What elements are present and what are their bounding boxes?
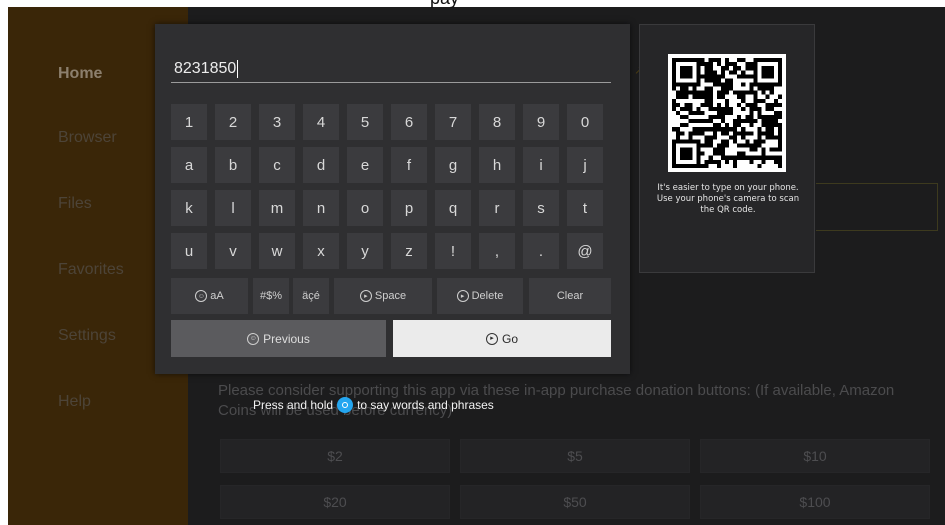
sidebar-item-files[interactable]: Files [58,195,92,213]
key-x[interactable]: x [303,233,339,269]
key-1[interactable]: 1 [171,104,207,140]
sidebar-item-help[interactable]: Help [58,393,91,411]
voice-hint: Press and hold to say words and phrases [253,397,494,413]
key-5[interactable]: 5 [347,104,383,140]
case-toggle-label: aA [210,290,224,302]
key-w[interactable]: w [259,233,295,269]
previous-button[interactable]: ☺ Previous [171,320,386,357]
smiley-button-icon: ☺ [195,290,208,302]
key-i[interactable]: i [523,147,559,183]
qr-panel: It's easier to type on your phone. Use y… [639,24,815,273]
key-p[interactable]: p [391,190,427,226]
key-7[interactable]: 7 [435,104,471,140]
key-d[interactable]: d [303,147,339,183]
key-l[interactable]: l [215,190,251,226]
sidebar-item-settings[interactable]: Settings [58,327,116,345]
qr-code-image [668,54,786,172]
onscreen-keyboard: 8231850 ☺ aA #$% äçé ▸ Space ▸ Delete Cl… [155,24,630,374]
donate-20-button[interactable]: $20 [220,485,450,519]
donate-100-button[interactable]: $100 [700,485,930,519]
clear-key[interactable]: Clear [529,278,611,314]
key-![interactable]: ! [435,233,471,269]
key-9[interactable]: 9 [523,104,559,140]
delete-key[interactable]: ▸ Delete [437,278,523,314]
key-q[interactable]: q [435,190,471,226]
key-g[interactable]: g [435,147,471,183]
play-button-icon: ▸ [456,290,469,302]
key-j[interactable]: j [567,147,603,183]
key-y[interactable]: y [347,233,383,269]
page-title: pay [430,0,459,9]
key-r[interactable]: r [479,190,515,226]
key-t[interactable]: t [567,190,603,226]
voice-hint-text-2: to say words and phrases [357,398,494,412]
keyboard-input-field[interactable]: 8231850 [171,55,611,83]
key-f[interactable]: f [391,147,427,183]
previous-button-label: Previous [263,331,310,346]
key-c[interactable]: c [259,147,295,183]
key-0[interactable]: 0 [567,104,603,140]
donate-5-button[interactable]: $5 [460,439,690,473]
go-button-label: Go [501,331,518,346]
background-input-outline [816,183,938,231]
symbols-key[interactable]: #$% [253,278,289,314]
key-,[interactable]: , [479,233,515,269]
play-button-icon: ▸ [485,332,498,345]
key-e[interactable]: e [347,147,383,183]
key-.[interactable]: . [523,233,559,269]
key-a[interactable]: a [171,147,207,183]
go-button[interactable]: ▸ Go [393,320,611,357]
key-3[interactable]: 3 [259,104,295,140]
donate-10-button[interactable]: $10 [700,439,930,473]
key-m[interactable]: m [259,190,295,226]
key-k[interactable]: k [171,190,207,226]
input-value: 8231850 [174,59,237,77]
key-u[interactable]: u [171,233,207,269]
key-8[interactable]: 8 [479,104,515,140]
key-b[interactable]: b [215,147,251,183]
play-button-icon: ▸ [359,290,372,302]
key-6[interactable]: 6 [391,104,427,140]
key-@[interactable]: @ [567,233,603,269]
key-o[interactable]: o [347,190,383,226]
sidebar-item-browser[interactable]: Browser [58,129,117,147]
delete-key-label: Delete [471,290,504,302]
key-s[interactable]: s [523,190,559,226]
qr-hint-text: It's easier to type on your phone. Use y… [656,183,800,215]
smiley-button-icon: ☺ [247,332,260,345]
key-4[interactable]: 4 [303,104,339,140]
key-n[interactable]: n [303,190,339,226]
accents-key[interactable]: äçé [293,278,329,314]
key-h[interactable]: h [479,147,515,183]
microphone-icon [337,397,354,413]
voice-hint-text: Press and hold [253,398,334,412]
space-key-label: Space [374,290,407,302]
text-caret [237,59,239,78]
window-top-strip [8,0,945,7]
case-toggle-key[interactable]: ☺ aA [171,278,248,314]
key-v[interactable]: v [215,233,251,269]
sidebar-item-home[interactable]: Home [58,65,102,83]
donate-50-button[interactable]: $50 [460,485,690,519]
sidebar-item-favorites[interactable]: Favorites [58,261,124,279]
key-2[interactable]: 2 [215,104,251,140]
space-key[interactable]: ▸ Space [334,278,432,314]
donate-2-button[interactable]: $2 [220,439,450,473]
key-z[interactable]: z [391,233,427,269]
